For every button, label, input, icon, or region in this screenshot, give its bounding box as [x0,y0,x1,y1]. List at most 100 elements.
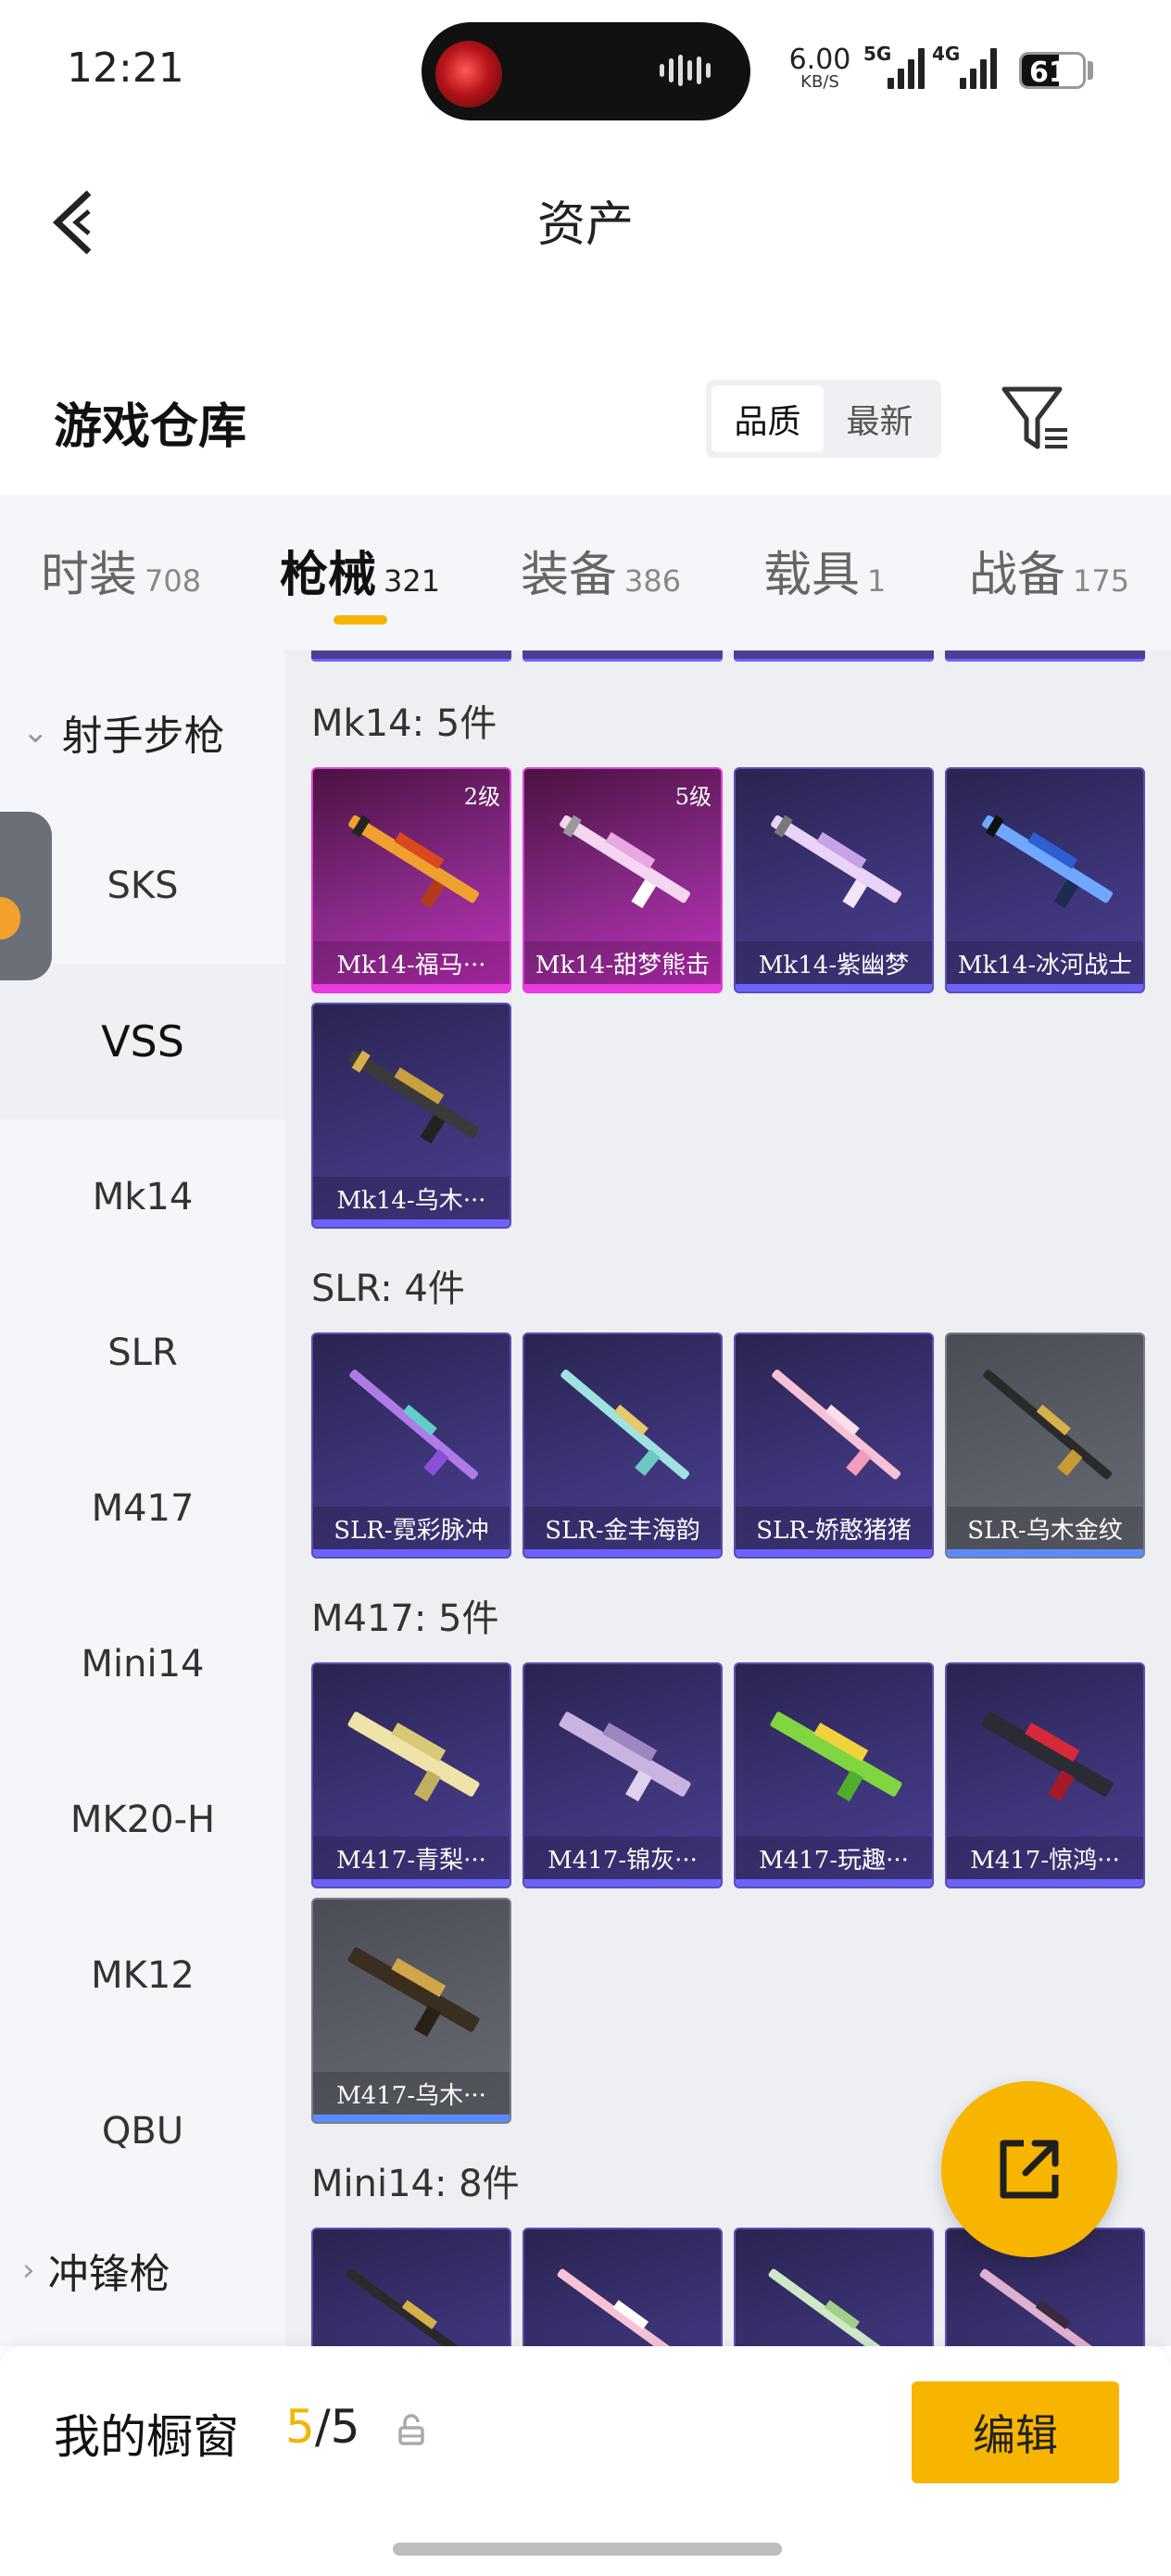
weapon-card[interactable] [311,2228,511,2346]
weapon-card[interactable]: SLR-金丰海韵 [523,1332,723,1559]
tab-count: 175 [1073,563,1130,599]
tab-guns[interactable]: 枪械 321 [280,536,440,605]
weapon-card[interactable]: SLR-娇憨猪猪 [734,1332,934,1559]
weapon-name: Mk14-紫幽梦 [736,941,932,984]
weapon-card[interactable]: Mk14-乌木··· [311,1003,511,1229]
share-button[interactable] [941,2081,1117,2257]
network-speed: 6.00 KB/S [787,46,852,91]
rarity-bar [947,984,1143,991]
section-title-m417: M417: 5件 [311,1597,499,1640]
sidebar-item-mini14[interactable]: Mini14 [0,1586,285,1742]
chevron-down-icon: ⌄ [22,713,49,751]
sidebar-item-qbu[interactable]: QBU [0,2053,285,2209]
rifle-icon [981,1711,1114,1802]
sidebar-item-mk14[interactable]: Mk14 [0,1119,285,1275]
active-tab-indicator [334,615,387,625]
sidebar-group-label: 冲锋枪 [47,2251,170,2298]
floating-assistant-tab[interactable] [0,812,52,980]
rarity-bar [736,984,932,991]
home-indicator[interactable] [393,2543,782,2556]
weapon-card[interactable] [523,2228,723,2346]
weapon-card[interactable]: 5级 Mk14-甜梦熊击 [523,767,723,993]
weapon-card[interactable]: Mk14-紫幽梦 [734,767,934,993]
card-stub[interactable] [734,650,934,662]
battery-level: 61 [1029,57,1068,89]
section-title-slr: SLR: 4件 [311,1268,465,1310]
sidebar-item-slr[interactable]: SLR [0,1275,285,1431]
card-stub[interactable] [311,650,511,662]
rarity-bar [313,1219,510,1227]
weapon-card[interactable]: M417-青梨··· [311,1662,511,1888]
lock-icon-svg [398,2414,424,2445]
battery-icon: 61 [1019,52,1086,89]
weapon-card[interactable]: M417-玩趣··· [734,1662,934,1888]
sidebar-item-m417[interactable]: M417 [0,1431,285,1586]
rifle-icon [772,1370,901,1480]
weapon-name: M417-青梨··· [313,1837,510,1879]
rifle-icon [348,814,479,909]
weapon-card[interactable] [734,2228,934,2346]
weapon-card[interactable]: SLR-霓彩脉冲 [311,1332,511,1559]
section-title-mini14: Mini14: 8件 [311,2163,520,2205]
rifle-icon [979,2268,1115,2346]
sort-latest-option[interactable]: 最新 [824,385,936,452]
rifle-icon [557,2268,693,2346]
weapon-card[interactable]: 2级 Mk14-福马··· [311,767,511,993]
sort-quality-option[interactable]: 品质 [711,385,824,452]
section-title-mk14: Mk14: 5件 [311,702,497,745]
rarity-bar [736,1879,932,1887]
sidebar-group-marksman[interactable]: ⌄ 射手步枪 [22,702,225,762]
rifle-icon [349,1370,479,1480]
weapon-name: Mk14-冰河战士 [947,941,1143,984]
weapon-name: M417-玩趣··· [736,1837,932,1879]
showcase-total: /5 [314,2400,360,2454]
tab-label: 载具 [763,548,861,603]
signal-4g-label: 4G [932,43,961,65]
rarity-bar [524,984,721,991]
sidebar-item-mk12[interactable]: MK12 [0,1898,285,2053]
showcase-count: 5/5 [285,2400,359,2454]
sort-toggle[interactable]: 品质 最新 [706,380,941,458]
media-avatar-icon[interactable] [435,41,502,107]
filter-button[interactable] [999,382,1073,456]
sidebar-group-smg[interactable]: › 冲锋枪 [22,2241,170,2300]
rifle-icon [559,1711,691,1802]
weapon-name: M417-乌木··· [313,2072,510,2115]
weapon-name: SLR-娇憨猪猪 [736,1507,932,1549]
share-icon [1000,2140,1059,2199]
rarity-bar [524,1549,721,1557]
status-time: 12:21 [67,44,184,92]
weapon-card[interactable]: Mk14-冰河战士 [945,767,1145,993]
card-stub[interactable] [523,650,723,662]
rifle-icon [346,2268,482,2346]
weapon-name: M417-惊鸿··· [947,1837,1143,1879]
warehouse-title: 游戏仓库 [54,398,247,455]
weapon-card[interactable]: SLR-乌木金纹 [945,1332,1145,1559]
signal-4g-icon [960,46,997,89]
weapon-card[interactable]: M417-惊鸿··· [945,1662,1145,1888]
network-speed-unit: KB/S [800,72,839,92]
network-speed-value: 6.00 [788,44,851,76]
tab-count: 386 [624,563,682,599]
edit-showcase-button[interactable]: 编辑 [912,2381,1119,2483]
audio-wave-icon [660,54,719,87]
rifle-icon [770,1711,902,1802]
sidebar-item-mk20h[interactable]: MK20-H [0,1742,285,1898]
tab-fashion[interactable]: 时装 708 [41,536,201,605]
page-title: 资产 [536,197,634,253]
rarity-bar [313,984,510,991]
tab-supplies[interactable]: 战备 175 [969,536,1129,605]
tab-equipment[interactable]: 装备 386 [521,536,681,605]
showcase-current: 5 [285,2400,315,2454]
tab-vehicles[interactable]: 载具 1 [763,536,886,605]
tab-count: 1 [867,563,887,599]
weapon-card[interactable]: M417-锦灰··· [523,1662,723,1888]
weapon-card[interactable]: M417-乌木··· [311,1898,511,2124]
rifle-icon [348,1050,479,1144]
sidebar-item-vss[interactable]: VSS [0,964,285,1119]
tab-label: 时装 [41,548,138,603]
tab-label: 枪械 [280,547,377,603]
lock-icon[interactable] [397,2413,426,2446]
weapon-name: M417-锦灰··· [524,1837,721,1879]
card-stub[interactable] [945,650,1145,662]
